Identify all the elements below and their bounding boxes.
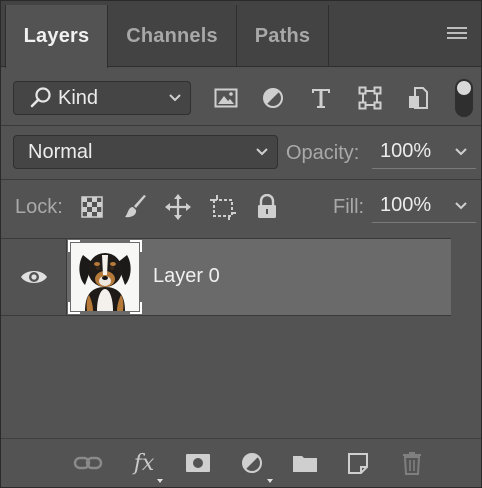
new-layer-icon[interactable] (344, 449, 374, 477)
layers-panel: Layers Channels Paths Kind Normal Opacit… (0, 0, 482, 488)
search-icon (30, 87, 51, 108)
lock-artboard-icon[interactable] (208, 192, 238, 222)
thumbnail-selection-corner (130, 240, 142, 252)
delete-layer-icon[interactable] (397, 449, 427, 477)
opacity-label: Opacity: (286, 142, 360, 164)
chevron-down-icon (256, 148, 268, 156)
lock-transparent-pixels-icon[interactable] (77, 192, 107, 222)
filter-toggle[interactable] (455, 79, 473, 117)
adjustment-layer-icon[interactable] (237, 449, 273, 483)
tab-layers[interactable]: Layers (5, 5, 108, 68)
blend-mode-select[interactable]: Normal (13, 135, 278, 169)
type-filter-icon[interactable] (306, 84, 336, 112)
adjustment-filter-icon[interactable] (258, 84, 288, 112)
smart-object-filter-icon[interactable] (403, 84, 433, 112)
layers-bottom-toolbar: fx (1, 438, 481, 487)
divider (1, 179, 481, 180)
filter-kind-label: Kind (58, 86, 99, 109)
puppy-thumbnail-image (71, 243, 139, 311)
panel-tab-bar: Layers Channels Paths (1, 1, 481, 68)
layer-thumbnail[interactable] (68, 240, 142, 314)
layer-visibility-toggle[interactable] (1, 239, 67, 315)
opacity-field[interactable]: 100% (372, 135, 476, 169)
thumbnail-selection-corner (68, 302, 80, 314)
lock-image-pixels-icon[interactable] (120, 192, 150, 222)
eye-icon (20, 271, 47, 283)
opacity-value: 100% (380, 140, 432, 162)
tab-channels[interactable]: Channels (108, 5, 237, 67)
filter-toggle-knob (457, 81, 471, 95)
fx-icon[interactable]: fx (129, 449, 163, 483)
layer-row[interactable]: Layer 0 (1, 238, 451, 316)
blend-mode-value: Normal (28, 140, 93, 163)
divider (1, 125, 481, 126)
layer-name[interactable]: Layer 0 (153, 265, 220, 288)
chevron-down-icon (169, 94, 181, 102)
panel-menu-icon[interactable] (447, 27, 467, 41)
shape-filter-icon[interactable] (355, 84, 385, 112)
lock-position-icon[interactable] (163, 192, 193, 222)
thumbnail-selection-corner (130, 302, 142, 314)
chevron-down-icon[interactable] (454, 147, 468, 157)
tab-paths[interactable]: Paths (237, 5, 329, 67)
layer-mask-icon[interactable] (183, 449, 213, 477)
image-filter-icon[interactable] (211, 84, 241, 112)
lock-label: Lock: (15, 196, 63, 218)
lock-all-icon[interactable] (252, 192, 282, 222)
fill-field[interactable]: 100% (372, 189, 476, 223)
thumbnail-selection-corner (68, 240, 80, 252)
group-folder-icon[interactable] (290, 449, 320, 477)
filter-kind-select[interactable]: Kind (13, 81, 191, 115)
fill-value: 100% (380, 194, 432, 216)
link-layers-icon[interactable] (73, 449, 103, 477)
fill-label: Fill: (333, 196, 365, 218)
chevron-down-icon[interactable] (454, 201, 468, 211)
